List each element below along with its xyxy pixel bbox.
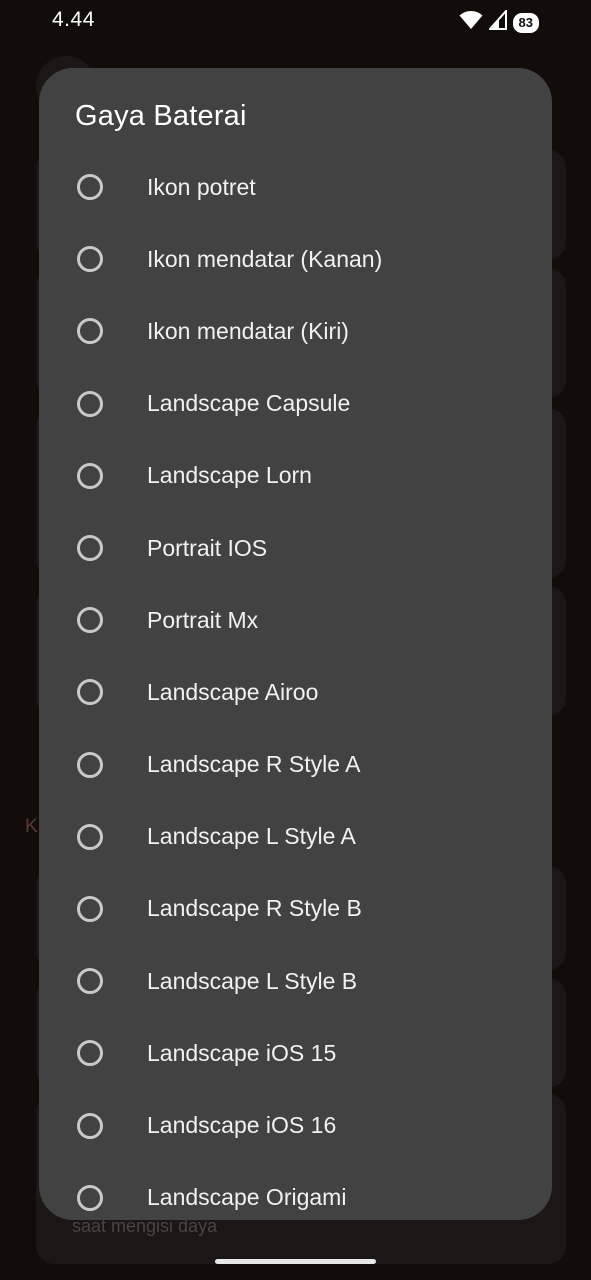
radio-button-icon[interactable] [77, 390, 103, 417]
option-portrait-ios[interactable]: Portrait IOS [39, 512, 552, 584]
status-time: 4.44 [52, 8, 95, 31]
dialog-title: Gaya Baterai [75, 100, 247, 132]
option-label: Landscape R Style A [147, 751, 361, 778]
option-label: Landscape L Style B [147, 967, 358, 994]
option-label: Portrait Mx [147, 606, 259, 633]
option-ikon-mendatar-kiri[interactable]: Ikon mendatar (Kiri) [39, 295, 552, 367]
option-landscape-capsule[interactable]: Landscape Capsule [39, 368, 552, 440]
radio-button-icon[interactable] [77, 1112, 103, 1139]
option-landscape-r-style-b[interactable]: Landscape R Style B [39, 873, 552, 945]
option-label: Landscape R Style B [147, 895, 362, 922]
option-label: Landscape L Style A [147, 823, 356, 850]
signal-icon [487, 8, 507, 35]
radio-button-icon[interactable] [77, 751, 103, 778]
option-label: Landscape Lorn [147, 462, 312, 489]
option-landscape-l-style-b[interactable]: Landscape L Style B [39, 945, 552, 1017]
battery-icon: 83 [512, 12, 539, 33]
radio-button-icon[interactable] [77, 246, 103, 273]
option-landscape-ios-15[interactable]: Landscape iOS 15 [39, 1017, 552, 1089]
radio-button-icon[interactable] [77, 607, 103, 634]
radio-button-icon[interactable] [77, 823, 103, 850]
option-landscape-airoo[interactable]: Landscape Airoo [39, 656, 552, 728]
option-label: Landscape iOS 16 [147, 1112, 337, 1139]
option-label: Landscape Capsule [147, 390, 351, 417]
background-section-letter: K [25, 816, 38, 837]
option-portrait-mx[interactable]: Portrait Mx [39, 584, 552, 656]
radio-button-icon[interactable] [77, 462, 103, 489]
radio-button-icon[interactable] [77, 1184, 103, 1211]
battery-style-dialog: Gaya Baterai Ikon potret Ikon mendatar (… [39, 68, 552, 1220]
radio-button-icon[interactable] [77, 679, 103, 706]
status-bar: 4.44 83 [0, 0, 591, 44]
radio-button-icon[interactable] [77, 318, 103, 345]
option-landscape-r-style-a[interactable]: Landscape R Style A [39, 729, 552, 801]
option-landscape-lorn[interactable]: Landscape Lorn [39, 440, 552, 512]
option-label: Portrait IOS [147, 534, 268, 561]
radio-button-icon[interactable] [77, 174, 103, 201]
option-label: Landscape iOS 15 [147, 1039, 337, 1066]
wifi-icon [459, 10, 483, 35]
option-label: Ikon potret [147, 173, 256, 200]
option-ikon-potret[interactable]: Ikon potret [39, 151, 552, 223]
radio-button-icon[interactable] [77, 968, 103, 995]
option-list: Ikon potret Ikon mendatar (Kanan) Ikon m… [39, 151, 552, 1220]
option-landscape-origami[interactable]: Landscape Origami [39, 1162, 552, 1220]
option-ikon-mendatar-kanan[interactable]: Ikon mendatar (Kanan) [39, 223, 552, 295]
radio-button-icon[interactable] [77, 1040, 103, 1067]
option-label: Ikon mendatar (Kanan) [147, 245, 383, 272]
option-landscape-ios-16[interactable]: Landscape iOS 16 [39, 1089, 552, 1161]
option-landscape-l-style-a[interactable]: Landscape L Style A [39, 801, 552, 873]
option-label: Ikon mendatar (Kiri) [147, 317, 349, 344]
option-label: Landscape Airoo [147, 678, 319, 705]
gesture-nav-handle[interactable] [215, 1259, 376, 1264]
radio-button-icon[interactable] [77, 535, 103, 562]
radio-button-icon[interactable] [77, 895, 103, 922]
status-icons: 83 [459, 8, 539, 35]
option-label: Landscape Origami [147, 1184, 347, 1211]
